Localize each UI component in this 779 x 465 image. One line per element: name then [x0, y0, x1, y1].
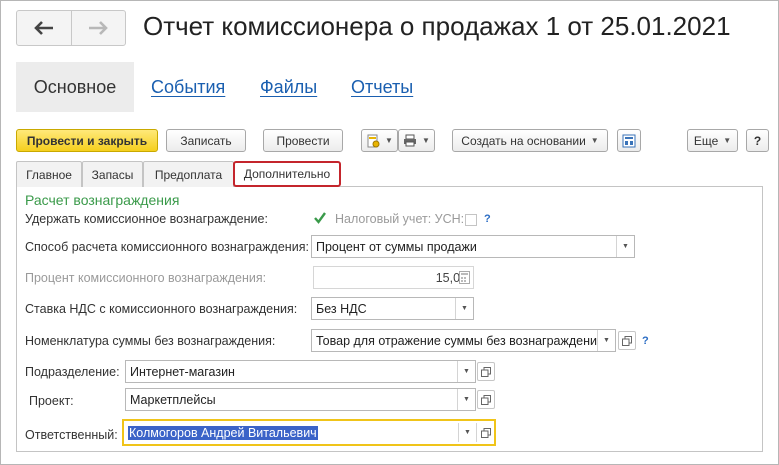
- project-value: Маркетплейсы: [130, 392, 216, 407]
- responsible-select[interactable]: Колмогоров Андрей Витальевич ▼: [122, 419, 496, 446]
- department-label: Подразделение:: [25, 365, 120, 379]
- post-button[interactable]: Провести: [263, 129, 343, 152]
- help-icon[interactable]: ?: [642, 335, 649, 347]
- nomenclature-label: Номенклатура суммы без вознаграждения:: [25, 334, 276, 348]
- department-value: Интернет-магазин: [130, 364, 235, 379]
- save-button[interactable]: Записать: [166, 129, 246, 152]
- percent-label: Процент комиссионного вознаграждения:: [25, 271, 267, 285]
- create-based-on-label: Создать на основании: [461, 133, 586, 148]
- chevron-down-icon[interactable]: ▼: [457, 361, 475, 382]
- calculator-icon[interactable]: [459, 271, 470, 287]
- project-open-button[interactable]: [477, 390, 495, 409]
- document-gear-icon: [367, 134, 380, 147]
- responsible-open-button[interactable]: [476, 423, 494, 442]
- open-window-icon: [622, 335, 632, 346]
- help-icon[interactable]: ?: [484, 213, 491, 225]
- section-files[interactable]: Файлы: [260, 62, 317, 112]
- responsible-selected-text: Колмогоров Андрей Витальевич: [128, 425, 318, 440]
- create-based-on-button[interactable]: Создать на основании ▼: [452, 129, 608, 152]
- method-select[interactable]: Процент от суммы продажи ▼: [311, 235, 635, 258]
- page-title: Отчет комиссионера о продажах 1 от 25.01…: [143, 11, 731, 41]
- vat-label: Ставка НДС с комиссионного вознаграждени…: [25, 302, 298, 316]
- tab-additional[interactable]: Дополнительно: [233, 161, 341, 187]
- tax-usn-label: Налоговый учет: УСН:: [335, 212, 465, 226]
- chevron-down-icon[interactable]: ▼: [455, 298, 473, 319]
- group-title: Расчет вознаграждения: [25, 192, 180, 208]
- department-open-button[interactable]: [477, 362, 495, 381]
- method-label: Способ расчета комиссионного вознагражде…: [25, 240, 309, 254]
- structure-button[interactable]: [617, 129, 641, 152]
- vat-select[interactable]: Без НДС ▼: [311, 297, 474, 320]
- chevron-down-icon[interactable]: ▼: [457, 389, 475, 410]
- open-window-icon: [480, 427, 491, 438]
- nomenclature-open-button[interactable]: [618, 331, 636, 350]
- percent-field[interactable]: 15,00: [313, 266, 474, 289]
- more-button[interactable]: Еще ▼: [687, 129, 738, 152]
- back-button[interactable]: [17, 11, 72, 45]
- printer-icon: [404, 134, 417, 147]
- project-select[interactable]: Маркетплейсы ▼: [125, 388, 476, 411]
- withhold-checkbox[interactable]: [313, 211, 327, 225]
- open-window-icon: [481, 366, 491, 377]
- chevron-down-icon[interactable]: ▼: [616, 236, 634, 257]
- section-events[interactable]: События: [151, 62, 225, 112]
- forward-button[interactable]: [72, 11, 126, 45]
- more-label: Еще: [693, 133, 719, 148]
- percent-value: 15,00: [435, 270, 467, 285]
- navigation-buttons: [16, 10, 126, 46]
- chevron-down-icon[interactable]: ▼: [597, 330, 615, 351]
- arrow-left-icon: [33, 21, 53, 35]
- arrow-right-icon: [89, 21, 109, 35]
- tab-main[interactable]: Главное: [16, 161, 82, 187]
- chevron-down-icon: ▼: [422, 136, 430, 145]
- section-reports[interactable]: Отчеты: [351, 62, 413, 112]
- nomenclature-value: Товар для отражение суммы без вознагражд…: [316, 333, 597, 348]
- vat-value: Без НДС: [316, 301, 367, 316]
- post-and-close-button[interactable]: Провести и закрыть: [16, 129, 158, 152]
- section-main[interactable]: Основное: [16, 62, 134, 112]
- document-menu-button[interactable]: ▼: [361, 129, 398, 152]
- tab-stocks[interactable]: Запасы: [82, 161, 143, 187]
- help-button[interactable]: ?: [746, 129, 769, 152]
- responsible-label: Ответственный:: [25, 428, 118, 442]
- print-menu-button[interactable]: ▼: [398, 129, 435, 152]
- method-value: Процент от суммы продажи: [316, 239, 477, 254]
- chevron-down-icon: ▼: [723, 136, 732, 145]
- nomenclature-select[interactable]: Товар для отражение суммы без вознагражд…: [311, 329, 616, 352]
- responsible-value: Колмогоров Андрей Витальевич: [124, 425, 458, 440]
- hierarchy-icon: [622, 134, 636, 147]
- chevron-down-icon: ▼: [385, 136, 393, 145]
- withhold-label: Удержать комиссионное вознаграждение:: [25, 212, 268, 226]
- project-label: Проект:: [29, 394, 74, 408]
- chevron-down-icon[interactable]: ▼: [458, 423, 476, 442]
- tab-prepayment[interactable]: Предоплата: [143, 161, 234, 187]
- tax-usn-checkbox[interactable]: [465, 214, 477, 226]
- chevron-down-icon: ▼: [590, 136, 599, 145]
- open-window-icon: [481, 394, 491, 405]
- checkmark-icon: [314, 212, 326, 224]
- department-select[interactable]: Интернет-магазин ▼: [125, 360, 476, 383]
